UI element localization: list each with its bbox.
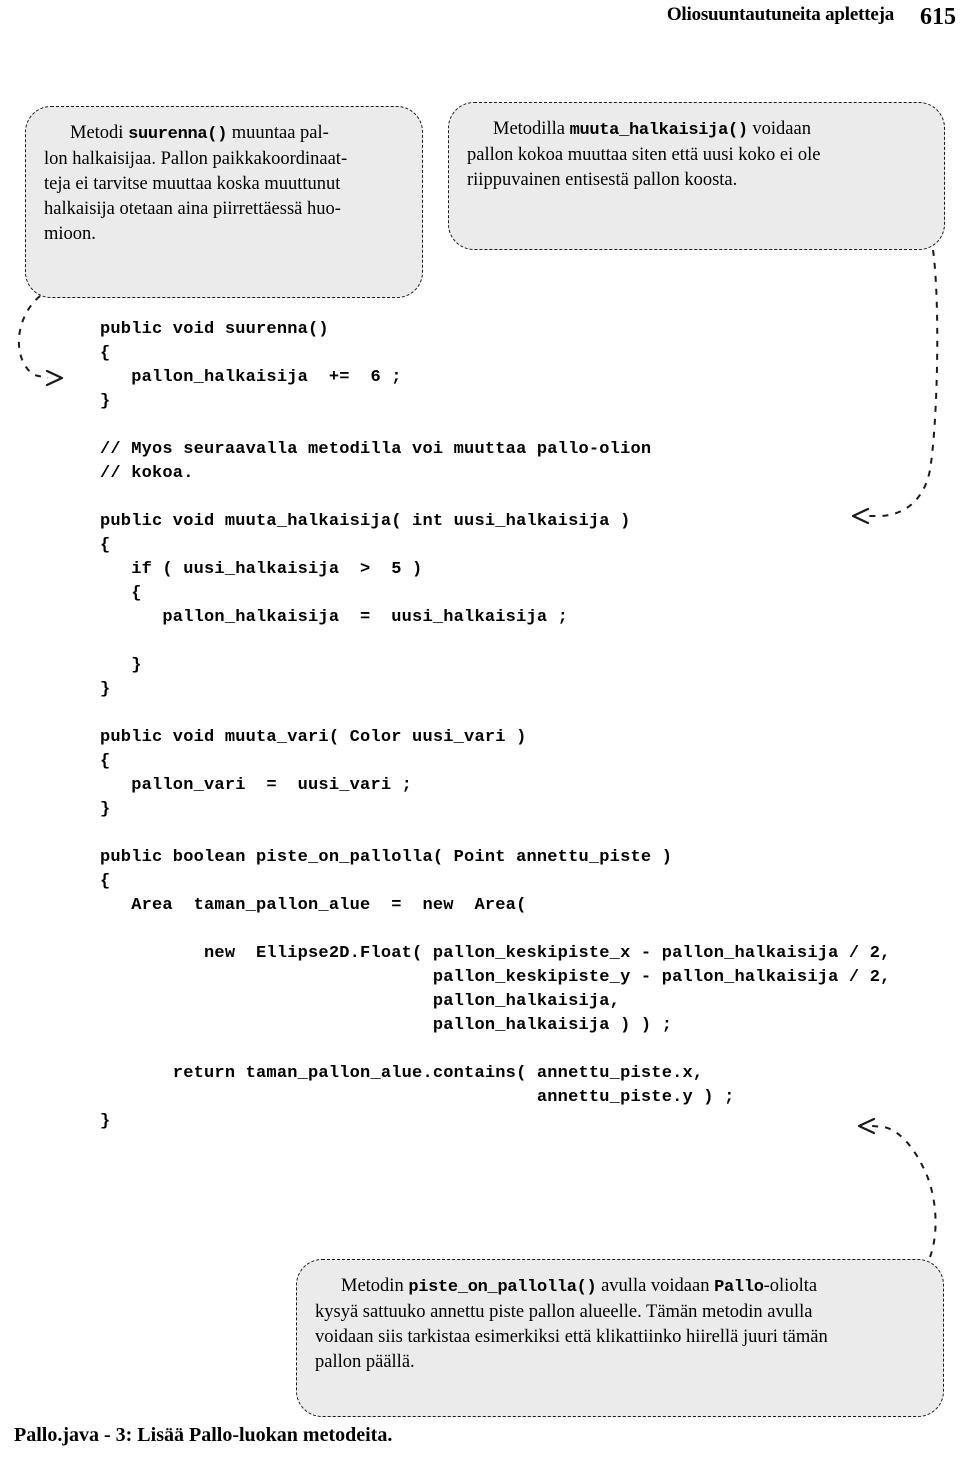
- page-number: 615: [920, 4, 956, 30]
- callout-piste-on-pallolla-line-4: pallon päällä.: [315, 1352, 415, 1372]
- code-line: {: [100, 344, 111, 363]
- callout-suurenna-line-4: halkaisija otetaan aina piirrettäessä hu…: [44, 199, 341, 219]
- page-header: Oliosuuntautuneita apletteja 615: [0, 0, 960, 46]
- code-line: // Myos seuraavalla metodilla voi muutta…: [100, 440, 652, 459]
- connector-line-suurenna: [17, 295, 49, 379]
- connector-line-piste-on-pallolla: [871, 1125, 937, 1258]
- code-line: pallon_halkaisija = uusi_halkaisija ;: [100, 608, 569, 627]
- callout-muuta-halkaisija-line-2: pallon kokoa muuttaa siten että uusi kok…: [467, 145, 821, 165]
- code-line: return taman_pallon_alue.contains( annet…: [100, 1064, 704, 1083]
- code-line: Area taman_pallon_alue = new Area(: [100, 896, 527, 915]
- code-line: {: [100, 872, 111, 891]
- code-line: pallon_keskipiste_y - pallon_halkaisija …: [100, 968, 891, 987]
- code-line: {: [100, 584, 142, 603]
- code-line: new Ellipse2D.Float( pallon_keskipiste_x…: [100, 944, 891, 963]
- callout-muuta-halkaisija-text-2: voidaan: [747, 119, 811, 139]
- code-line: public void suurenna(): [100, 320, 329, 339]
- code-line: annettu_piste.y ) ;: [100, 1088, 735, 1107]
- callout-suurenna-line-3: teja ei tarvitse muuttaa koska muuttunut: [44, 174, 341, 194]
- code-line: }: [100, 1112, 111, 1131]
- code-line: // kokoa.: [100, 464, 194, 483]
- code-listing: public void suurenna() { pallon_halkaisij…: [100, 318, 930, 1134]
- arrowhead-suurenna: [45, 369, 64, 387]
- code-line: {: [100, 536, 111, 555]
- code-line: {: [100, 752, 111, 771]
- callout-muuta-halkaisija-method-name: muuta_halkaisija(): [569, 121, 749, 140]
- callout-suurenna-text-2: muuntaa pal-: [227, 123, 329, 143]
- callout-suurenna-line-5: mioon.: [44, 224, 96, 244]
- callout-piste-on-pallolla-text-2: avulla voidaan: [596, 1276, 715, 1296]
- document-page: Oliosuuntautuneita apletteja 615 Metodi …: [0, 0, 960, 1460]
- callout-piste-on-pallolla: Metodin piste_on_pallolla() avulla voida…: [296, 1259, 944, 1417]
- code-line: public void muuta_vari( Color uusi_vari …: [100, 728, 527, 747]
- callout-suurenna: Metodi suurenna() muuntaa pal- lon halka…: [25, 106, 423, 298]
- callout-piste-on-pallolla-method-name: piste_on_pallolla(): [408, 1278, 597, 1297]
- callout-piste-on-pallolla-class-name: Pallo: [714, 1278, 764, 1297]
- callout-muuta-halkaisija-text-1: Metodilla: [493, 119, 570, 139]
- code-line: pallon_halkaisija += 6 ;: [100, 368, 402, 387]
- code-line: }: [100, 800, 111, 819]
- callout-piste-on-pallolla-paragraph: Metodin piste_on_pallolla() avulla voida…: [315, 1274, 923, 1300]
- callout-piste-on-pallolla-text-3: -oliolta: [763, 1276, 818, 1296]
- callout-muuta-halkaisija-paragraph: Metodilla muuta_halkaisija() voidaan: [467, 117, 924, 143]
- code-line: }: [100, 680, 111, 699]
- callout-muuta-halkaisija: Metodilla muuta_halkaisija() voidaan pal…: [448, 102, 945, 250]
- callout-muuta-halkaisija-line-3: riippuvainen entisestä pallon koosta.: [467, 170, 738, 190]
- code-line: pallon_halkaisija ) ) ;: [100, 1016, 673, 1035]
- callout-piste-on-pallolla-line-2: kysyä sattuuko annettu piste pallon alue…: [315, 1302, 813, 1322]
- code-line: }: [100, 392, 111, 411]
- callout-suurenna-paragraph: Metodi suurenna() muuntaa pal-: [44, 121, 402, 147]
- callout-piste-on-pallolla-line-3: voidaan siis tarkistaa esimerkiksi että …: [315, 1327, 828, 1347]
- callout-suurenna-line-2: lon halkaisijaa. Pallon paikkakoordinaat…: [44, 149, 348, 169]
- code-line: pallon_halkaisija,: [100, 992, 621, 1011]
- code-line: public boolean piste_on_pallolla( Point …: [100, 848, 673, 867]
- callout-piste-on-pallolla-text-1: Metodin: [341, 1276, 409, 1296]
- header-title: Oliosuuntautuneita apletteja: [666, 4, 894, 25]
- callout-suurenna-text-1: Metodi: [70, 123, 129, 143]
- code-line: public void muuta_halkaisija( int uusi_h…: [100, 512, 631, 531]
- figure-caption: Pallo.java - 3: Lisää Pallo-luokan metod…: [14, 1424, 393, 1446]
- code-line: pallon_vari = uusi_vari ;: [100, 776, 413, 795]
- callout-suurenna-method-name: suurenna(): [128, 125, 228, 144]
- code-line: if ( uusi_halkaisija > 5 ): [100, 560, 423, 579]
- code-line: }: [100, 656, 142, 675]
